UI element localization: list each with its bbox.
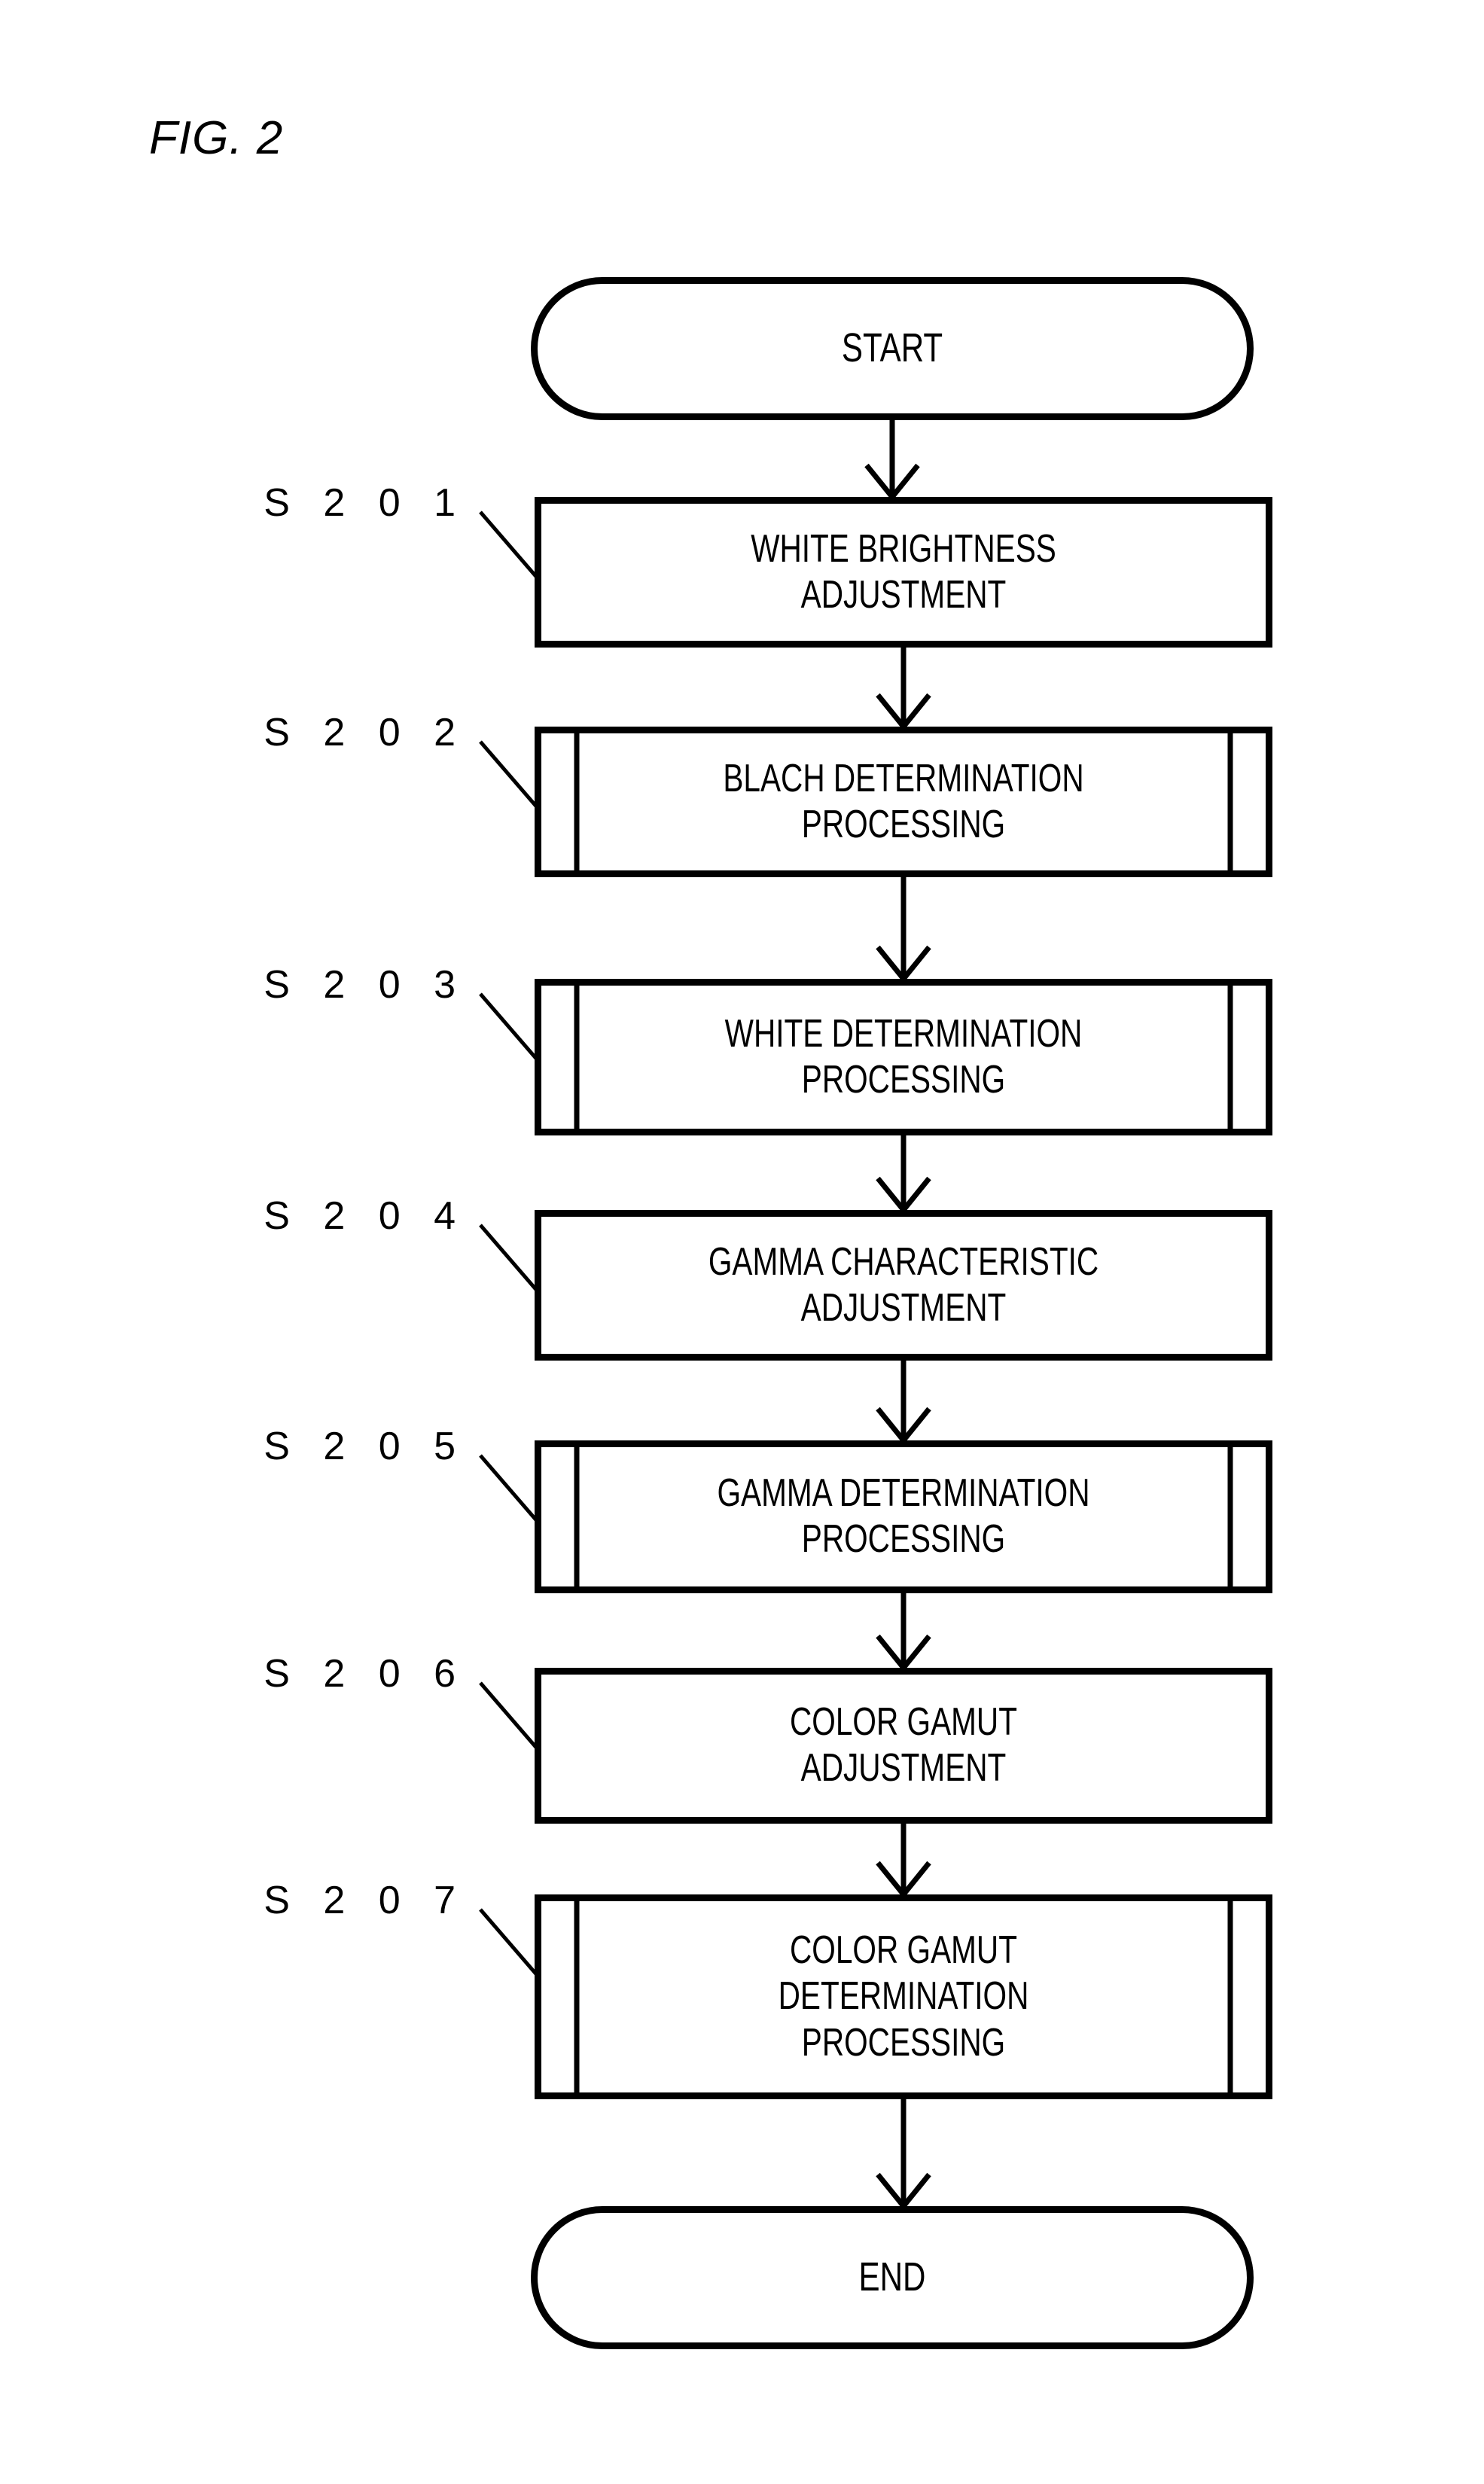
node-label-s203: WHITE DETERMINATION PROCESSING bbox=[724, 1011, 1083, 1102]
node-label-s202: BLACH DETERMINATION PROCESSING bbox=[723, 756, 1084, 846]
leader-line-s202 bbox=[479, 740, 539, 809]
step-label-s207: S 2 0 7 bbox=[264, 1879, 467, 1922]
node-label-s206: COLOR GAMUT ADJUSTMENT bbox=[790, 1700, 1017, 1791]
leader-line-s205 bbox=[479, 1454, 539, 1523]
leader-line-s204 bbox=[479, 1224, 539, 1293]
step-label-s206: S 2 0 6 bbox=[264, 1652, 467, 1696]
connector-s205-to-s206 bbox=[876, 1593, 931, 1672]
connector-s206-to-s207 bbox=[876, 1824, 931, 1899]
connector-s202-to-s203 bbox=[876, 877, 931, 983]
leader-line-s206 bbox=[479, 1681, 539, 1751]
node-label-s204: GAMMA CHARACTERISTIC ADJUSTMENT bbox=[708, 1239, 1099, 1330]
node-label-start: START bbox=[841, 325, 943, 371]
node-label-end: END bbox=[858, 2254, 926, 2300]
node-label-s207: COLOR GAMUT DETERMINATION PROCESSING bbox=[778, 1928, 1029, 2065]
leader-line-s203 bbox=[479, 992, 539, 1062]
connector-s201-to-s202 bbox=[876, 648, 931, 731]
leader-line-s207 bbox=[479, 1908, 539, 1977]
connector-s203-to-s204 bbox=[876, 1135, 931, 1215]
node-label-s205: GAMMA DETERMINATION PROCESSING bbox=[717, 1471, 1090, 1562]
step-label-s203: S 2 0 3 bbox=[264, 963, 467, 1007]
step-label-s202: S 2 0 2 bbox=[264, 711, 467, 754]
node-label-s201: WHITE BRIGHTNESS ADJUSTMENT bbox=[751, 526, 1056, 617]
leader-line-s201 bbox=[479, 511, 539, 580]
connector-s207-to-end bbox=[876, 2099, 931, 2211]
step-label-s201: S 2 0 1 bbox=[264, 481, 467, 525]
connector-s204-to-s205 bbox=[876, 1361, 931, 1445]
figure-root: FIG. 2 S 2 0 1S 2 0 2S 2 0 3S 2 0 4S 2 0… bbox=[0, 0, 1484, 2484]
connector-start-to-s201 bbox=[864, 420, 920, 501]
step-label-s204: S 2 0 4 bbox=[264, 1194, 467, 1238]
step-label-s205: S 2 0 5 bbox=[264, 1425, 467, 1468]
